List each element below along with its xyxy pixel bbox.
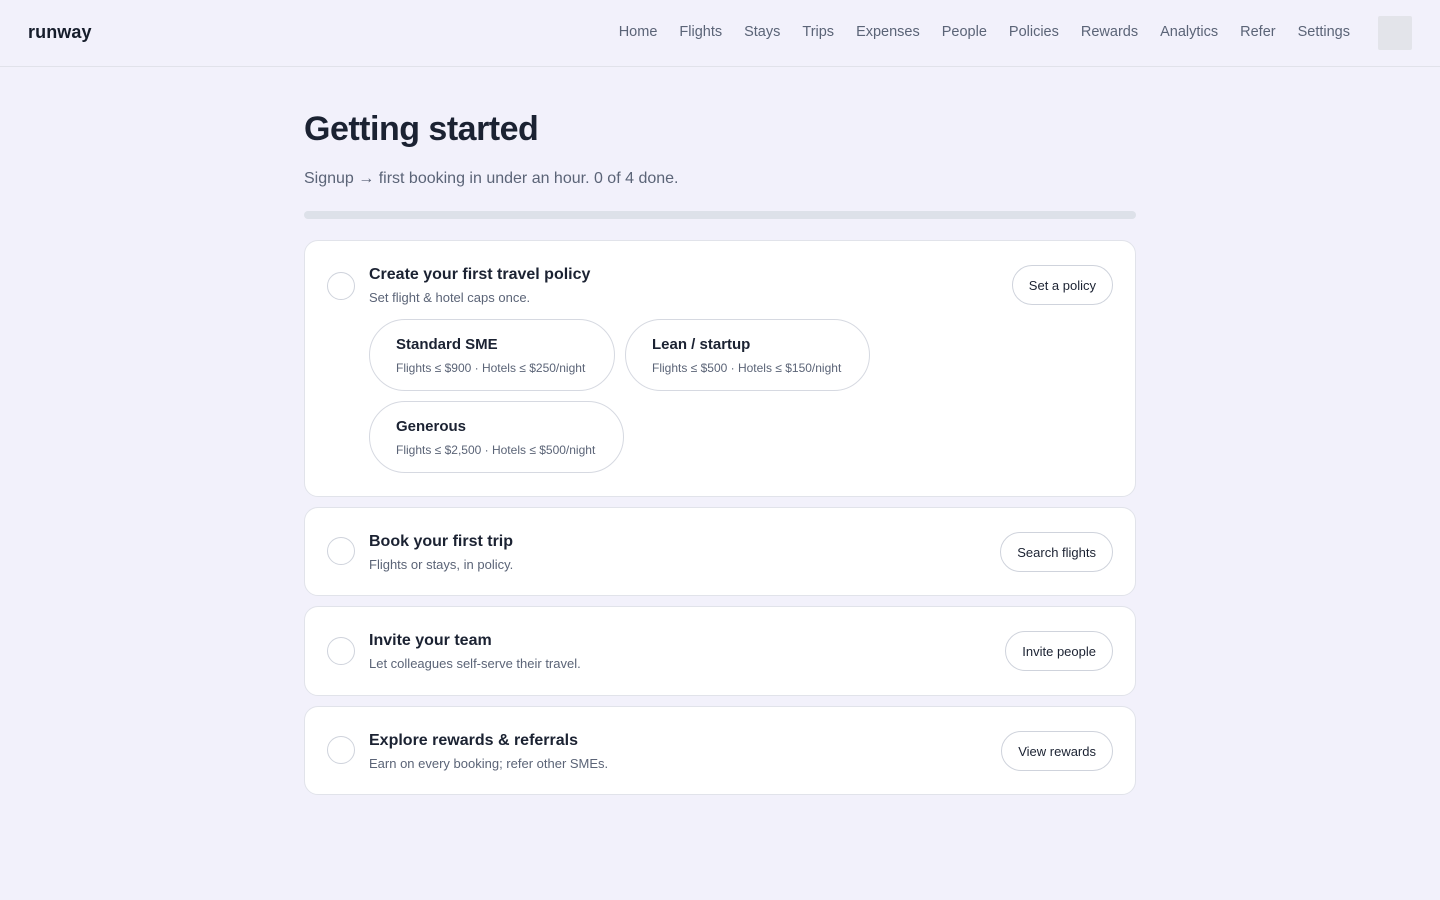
page-subtitle: Signup → first booking in under an hour.… bbox=[304, 170, 679, 187]
policy-preset-lean[interactable]: Lean / startup Flights ≤ $500 · Hotels ≤… bbox=[625, 319, 870, 391]
preset-name: Generous bbox=[396, 418, 467, 435]
nav-expenses[interactable]: Expenses bbox=[856, 24, 920, 40]
step-checkbox[interactable] bbox=[327, 537, 355, 565]
main-content: Getting started Signup → first booking i… bbox=[304, 108, 1136, 219]
preset-detail: Flights ≤ $2,500 · Hotels ≤ $500/night bbox=[396, 443, 596, 457]
step-checkbox[interactable] bbox=[327, 736, 355, 764]
step-title: Book your first trip bbox=[369, 533, 514, 550]
step-card-rewards: Explore rewards & referrals Earn on ever… bbox=[304, 706, 1136, 795]
avatar[interactable] bbox=[1378, 16, 1412, 50]
progress-bar bbox=[304, 211, 1136, 219]
step-checkbox[interactable] bbox=[327, 272, 355, 300]
brand-logo[interactable]: runway bbox=[28, 22, 92, 43]
preset-detail: Flights ≤ $500 · Hotels ≤ $150/night bbox=[652, 361, 842, 375]
step-title: Explore rewards & referrals bbox=[369, 732, 578, 749]
main-nav: Home Flights Stays Trips Expenses People… bbox=[597, 24, 1350, 40]
search-flights-button[interactable]: Search flights bbox=[1000, 532, 1113, 572]
nav-flights[interactable]: Flights bbox=[679, 24, 722, 40]
nav-home[interactable]: Home bbox=[619, 24, 658, 40]
step-card-invite-team: Invite your team Let colleagues self-ser… bbox=[304, 606, 1136, 696]
step-title: Create your first travel policy bbox=[369, 266, 591, 283]
top-bar: runway Home Flights Stays Trips Expenses… bbox=[0, 0, 1440, 67]
step-title: Invite your team bbox=[369, 632, 492, 649]
step-description: Set flight & hotel caps once. bbox=[369, 290, 531, 305]
page-title: Getting started bbox=[304, 110, 539, 148]
nav-settings[interactable]: Settings bbox=[1298, 24, 1350, 40]
preset-name: Standard SME bbox=[396, 336, 498, 353]
preset-detail: Flights ≤ $900 · Hotels ≤ $250/night bbox=[396, 361, 586, 375]
nav-analytics[interactable]: Analytics bbox=[1160, 24, 1218, 40]
step-card-policy: Create your first travel policy Set flig… bbox=[304, 240, 1136, 497]
nav-people[interactable]: People bbox=[942, 24, 987, 40]
preset-name: Lean / startup bbox=[652, 336, 751, 353]
nav-refer[interactable]: Refer bbox=[1240, 24, 1275, 40]
nav-rewards[interactable]: Rewards bbox=[1081, 24, 1138, 40]
step-description: Flights or stays, in policy. bbox=[369, 557, 514, 572]
invite-people-button[interactable]: Invite people bbox=[1005, 631, 1113, 671]
step-description: Earn on every booking; refer other SMEs. bbox=[369, 756, 609, 771]
policy-preset-standard[interactable]: Standard SME Flights ≤ $900 · Hotels ≤ $… bbox=[369, 319, 615, 391]
nav-stays[interactable]: Stays bbox=[744, 24, 780, 40]
policy-preset-generous[interactable]: Generous Flights ≤ $2,500 · Hotels ≤ $50… bbox=[369, 401, 624, 473]
nav-policies[interactable]: Policies bbox=[1009, 24, 1059, 40]
step-card-book-trip: Book your first trip Flights or stays, i… bbox=[304, 507, 1136, 596]
step-checkbox[interactable] bbox=[327, 637, 355, 665]
set-policy-button[interactable]: Set a policy bbox=[1011, 265, 1113, 305]
nav-trips[interactable]: Trips bbox=[802, 24, 834, 40]
view-rewards-button[interactable]: View rewards bbox=[1001, 731, 1113, 771]
step-description: Let colleagues self-serve their travel. bbox=[369, 656, 581, 671]
